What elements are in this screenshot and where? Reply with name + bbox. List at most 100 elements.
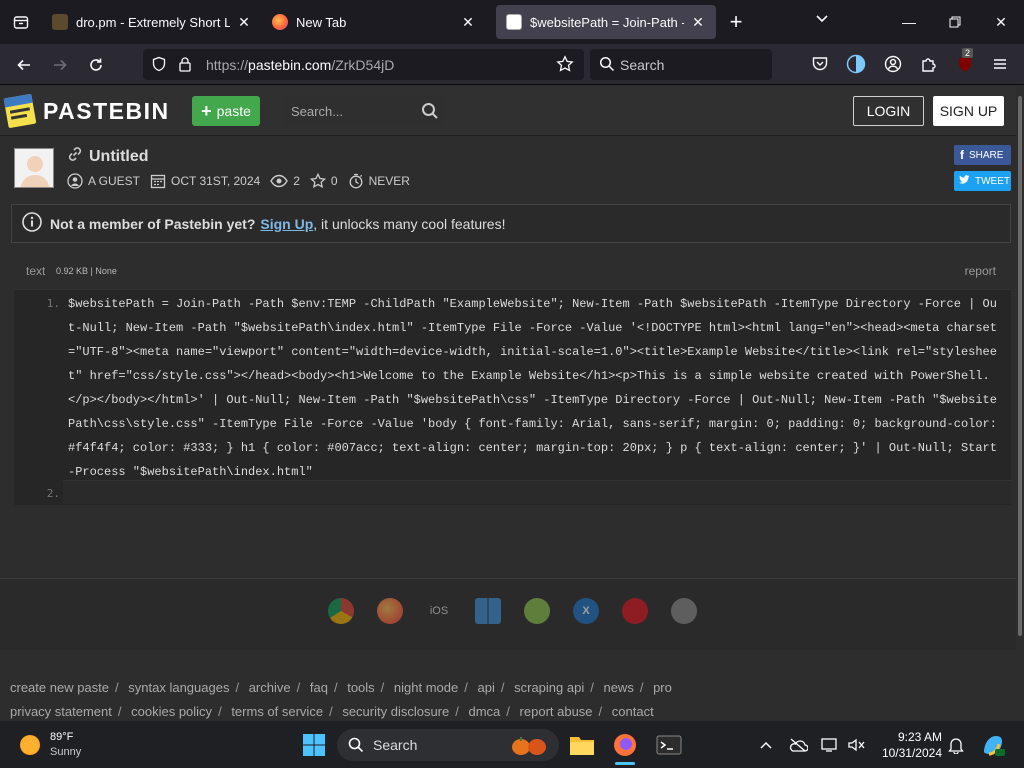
code-line-2[interactable]: [63, 480, 1011, 504]
report-link[interactable]: report: [965, 264, 996, 278]
tab-new-tab[interactable]: New Tab ✕: [262, 5, 486, 39]
paste-stars[interactable]: 0: [309, 173, 338, 189]
footer-link[interactable]: news: [603, 680, 633, 695]
windows-icon[interactable]: [475, 598, 501, 624]
tab-bar: dro.pm - Extremely Short Links ✕ New Tab…: [0, 0, 1024, 44]
maximize-button[interactable]: [932, 0, 978, 44]
footer-link[interactable]: security disclosure: [342, 704, 449, 719]
macos-icon[interactable]: X: [573, 598, 599, 624]
new-paste-button[interactable]: + paste: [192, 96, 260, 126]
pocket-button[interactable]: [809, 53, 831, 75]
firefox-taskbar-button[interactable]: [609, 729, 641, 765]
tab-close-icon[interactable]: ✕: [690, 14, 706, 31]
footer-link[interactable]: scraping api: [514, 680, 584, 695]
clock-time: 9:23 AM: [897, 730, 942, 744]
file-explorer-button[interactable]: [566, 729, 598, 761]
android-icon[interactable]: [524, 598, 550, 624]
restore-icon: [949, 16, 961, 28]
facebook-share-button[interactable]: f SHARE: [954, 145, 1011, 165]
paste-button-label: paste: [216, 103, 251, 119]
paste-views: 2: [270, 174, 300, 188]
notice-signup-link[interactable]: Sign Up: [260, 216, 313, 232]
account-button[interactable]: [882, 53, 904, 75]
chrome-icon[interactable]: [328, 598, 354, 624]
network-icon[interactable]: [820, 735, 840, 755]
start-button[interactable]: [298, 729, 330, 761]
bookmark-star-icon[interactable]: [556, 55, 574, 78]
url-text[interactable]: https://pastebin.com/ZrkD54jD: [206, 57, 394, 73]
footer-link[interactable]: privacy statement: [10, 704, 112, 719]
arrow-left-icon: [17, 59, 30, 70]
footer-link[interactable]: contact: [612, 704, 654, 719]
url-bar[interactable]: https://pastebin.com/ZrkD54jD: [143, 49, 584, 80]
footer-link[interactable]: archive: [249, 680, 291, 695]
ublock-button[interactable]: 2: [954, 48, 976, 75]
scrollbar-thumb[interactable]: [1018, 96, 1022, 636]
firefox-icon[interactable]: [377, 598, 403, 624]
list-all-tabs-button[interactable]: [814, 10, 830, 31]
url-prefix: https://: [206, 56, 249, 73]
tab-overview-button[interactable]: [0, 0, 42, 44]
app-menu-button[interactable]: [989, 53, 1011, 75]
footer-link[interactable]: night mode: [394, 680, 458, 695]
code-view[interactable]: 1. $websitePath = Join-Path -Path $env:T…: [14, 289, 1011, 505]
vpn-button[interactable]: [845, 53, 867, 75]
onedrive-icon[interactable]: [788, 735, 808, 755]
browser-search-box[interactable]: Search: [590, 49, 772, 80]
avatar[interactable]: [14, 148, 54, 188]
chevron-down-icon: [816, 15, 828, 23]
terminal-button[interactable]: [653, 729, 685, 761]
forward-button[interactable]: [44, 44, 76, 85]
tray-overflow-chevron-icon[interactable]: [756, 735, 776, 755]
login-button[interactable]: LOGIN: [853, 96, 924, 126]
shield-icon[interactable]: [151, 56, 167, 77]
weather-temp: 89°F: [50, 731, 74, 743]
volume-muted-icon[interactable]: [846, 735, 866, 755]
footer-link[interactable]: api: [478, 680, 495, 695]
tab-pastebin[interactable]: $websitePath = Join-Path -Path ✕: [496, 5, 716, 39]
lock-icon[interactable]: [178, 56, 192, 77]
footer-link[interactable]: syntax languages: [128, 680, 229, 695]
copilot-icon[interactable]: [980, 732, 1006, 758]
footer-separator: /: [333, 680, 338, 695]
footer-link[interactable]: faq: [310, 680, 328, 695]
paste-author[interactable]: A GUEST: [67, 173, 140, 189]
site-search-input[interactable]: Search...: [283, 96, 443, 126]
footer-link[interactable]: cookies policy: [131, 704, 212, 719]
back-button[interactable]: [8, 44, 40, 85]
syntax-link[interactable]: text: [26, 264, 45, 278]
new-tab-button[interactable]: +: [716, 0, 756, 44]
tab-close-icon[interactable]: ✕: [460, 14, 476, 31]
minimize-button[interactable]: —: [886, 0, 932, 44]
tab-dro-pm[interactable]: dro.pm - Extremely Short Links ✕: [42, 5, 262, 39]
timer-icon: [349, 173, 363, 189]
twitter-tweet-button[interactable]: TWEET: [954, 171, 1011, 191]
search-icon[interactable]: [421, 102, 439, 123]
tab-close-icon[interactable]: ✕: [236, 14, 252, 31]
footer-link[interactable]: dmca: [469, 704, 501, 719]
ios-app-link[interactable]: iOS: [426, 598, 452, 624]
opera-icon[interactable]: [622, 598, 648, 624]
footer-separator: /: [590, 680, 594, 695]
extensions-button[interactable]: [918, 53, 940, 75]
system-clock[interactable]: 9:23 AM 10/31/2024: [872, 729, 942, 761]
pastebin-logo-icon[interactable]: [3, 92, 37, 128]
close-window-button[interactable]: ✕: [978, 0, 1024, 44]
reload-button[interactable]: [80, 44, 112, 85]
code-line-1[interactable]: $websitePath = Join-Path -Path $env:TEMP…: [68, 292, 998, 484]
taskbar-search[interactable]: Search: [337, 729, 559, 761]
footer-link[interactable]: pro: [653, 680, 672, 695]
footer-link[interactable]: terms of service: [231, 704, 323, 719]
site-logo-text[interactable]: PASTEBIN: [43, 98, 170, 125]
tab-title: $websitePath = Join-Path -Path: [530, 14, 684, 30]
folder-icon: [570, 737, 594, 755]
page-scrollbar[interactable]: [1016, 86, 1024, 720]
weather-widget[interactable]: 89°F Sunny: [20, 730, 81, 760]
linux-icon[interactable]: [671, 598, 697, 624]
signup-button[interactable]: SIGN UP: [933, 96, 1004, 126]
footer-link[interactable]: report abuse: [520, 704, 593, 719]
footer-link[interactable]: create new paste: [10, 680, 109, 695]
reload-icon: [90, 58, 102, 71]
notification-bell-icon[interactable]: [946, 735, 966, 755]
footer-link[interactable]: tools: [347, 680, 374, 695]
